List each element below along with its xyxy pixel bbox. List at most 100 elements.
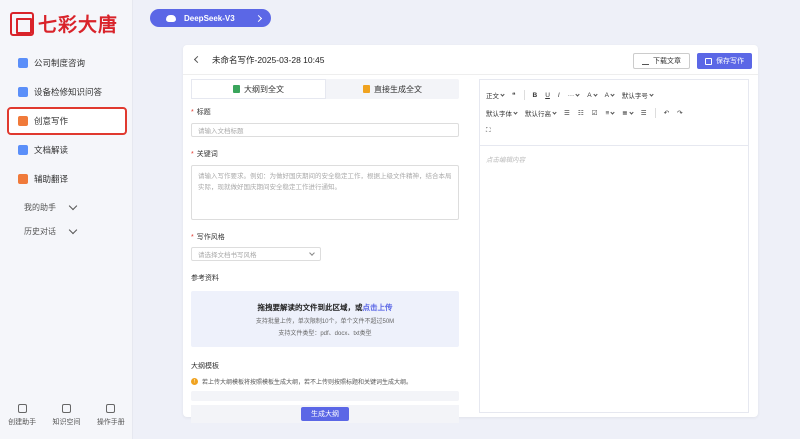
tab-label: 直接生成全文 bbox=[374, 84, 422, 94]
toolbar-divider bbox=[654, 108, 656, 118]
group-label: 我的助手 bbox=[24, 202, 56, 212]
paragraph-style-dropdown[interactable]: 正文 bbox=[486, 90, 505, 100]
align-dropdown[interactable]: ≡ bbox=[605, 110, 615, 117]
title-label: * 标题 bbox=[191, 109, 211, 116]
indent-dropdown[interactable]: ≣ bbox=[622, 109, 634, 117]
sidebar-item-translation[interactable]: 辅助翻译 bbox=[8, 166, 126, 192]
sidebar-item-label: 公司制度咨询 bbox=[34, 58, 86, 68]
font-color-dropdown[interactable]: A bbox=[587, 92, 598, 99]
line-height-dropdown[interactable]: 默认行高 bbox=[525, 108, 557, 118]
quote-button[interactable]: ❝ bbox=[512, 91, 516, 99]
chevron-down-icon bbox=[309, 250, 315, 256]
translate-icon bbox=[18, 174, 28, 184]
upload-dropzone[interactable]: 拖拽要解读的文件到此区域，或点击上传 支持批量上传，单次限制10个，单个文件不超… bbox=[191, 291, 459, 347]
save-icon bbox=[705, 57, 712, 65]
title-input[interactable]: 请输入文档标题 bbox=[191, 123, 459, 137]
sidebar-group-history[interactable]: 历史对话 bbox=[8, 219, 126, 243]
sidebar-item-label: 创意写作 bbox=[34, 116, 69, 126]
bold-button[interactable]: B bbox=[533, 92, 538, 99]
sidebar-group-my-assistants[interactable]: 我的助手 bbox=[8, 195, 126, 219]
style-label: * 写作风格 bbox=[191, 234, 225, 241]
brand-name: 七彩大唐 bbox=[38, 14, 119, 36]
brand-logo[interactable]: 七彩大唐 bbox=[10, 10, 118, 37]
download-icon bbox=[642, 58, 649, 65]
sidebar-item-label: 文档解读 bbox=[34, 145, 69, 155]
save-label: 保存写作 bbox=[716, 58, 744, 65]
create-assistant-button[interactable]: 创建助手 bbox=[8, 404, 36, 427]
toolbar-row-1: 正文 ❝ B U I ··· A A 默认字号 bbox=[486, 86, 742, 104]
model-label: DeepSeek-V3 bbox=[184, 13, 235, 23]
tab-outline-to-full[interactable]: 大纲到全文 bbox=[191, 79, 326, 99]
logo-icon bbox=[10, 11, 34, 36]
todo-icon[interactable]: ☑ bbox=[592, 109, 598, 117]
outline-label: 大纲模板 bbox=[191, 363, 219, 370]
chevron-down-icon bbox=[68, 201, 78, 210]
toolbar-row-2: 默认字体 默认行高 ☰ ☷ ☑ ≡ ≣ ☰ ↶ ↷ bbox=[486, 104, 742, 122]
sidebar-item-policy[interactable]: 公司制度咨询 bbox=[8, 50, 126, 76]
font-size-dropdown[interactable]: 默认字号 bbox=[622, 90, 654, 100]
notice-text: 若上传大纲模板将按照模板生成大纲，若不上传则按照标题和关键词生成大纲。 bbox=[202, 380, 413, 386]
warning-icon: ! bbox=[191, 378, 198, 385]
upload-link[interactable]: 点击上传 bbox=[363, 303, 393, 312]
upload-text: 拖拽要解读的文件到此区域，或点击上传 bbox=[257, 302, 393, 312]
more-dropdown[interactable]: ··· bbox=[568, 92, 580, 99]
document-icon bbox=[363, 85, 370, 93]
tool-label: 操作手册 bbox=[96, 419, 125, 426]
tool-label: 知识空间 bbox=[52, 419, 81, 426]
download-button[interactable]: 下载文章 bbox=[633, 53, 690, 69]
redo-icon[interactable]: ↷ bbox=[677, 109, 682, 117]
font-family-dropdown[interactable]: 默认字体 bbox=[486, 108, 518, 118]
save-button[interactable]: 保存写作 bbox=[697, 53, 752, 69]
wrench-icon bbox=[18, 87, 28, 97]
knowledge-space-button[interactable]: 知识空间 bbox=[52, 404, 80, 427]
back-icon[interactable] bbox=[193, 55, 202, 64]
writing-form: 大纲到全文 直接生成全文 * 标题 请输入文档标题 * 关键词 请输入写作要求。例如… bbox=[191, 79, 459, 423]
outline-icon bbox=[233, 85, 240, 93]
toolbar-divider bbox=[523, 90, 525, 100]
reference-label: 参考资料 bbox=[191, 275, 219, 282]
sidebar-item-label: 设备检修知识问答 bbox=[34, 87, 103, 97]
numbered-list-icon[interactable]: ☷ bbox=[578, 109, 584, 117]
bottom-tools: 创建助手 知识空间 操作手册 bbox=[0, 404, 133, 427]
outline-notice: ! 若上传大纲模板将按照模板生成大纲，若不上传则按照标题和关键词生成大纲。 bbox=[191, 377, 459, 386]
sidebar-item-doc-reading[interactable]: 文档解读 bbox=[8, 137, 126, 163]
generate-outline-button[interactable]: 生成大纲 bbox=[301, 407, 349, 421]
keyword-textarea[interactable]: 请输入写作要求。例如：为做好国庆期间的安全稳定工作，根据上级文件精神，结合本局实… bbox=[191, 165, 459, 220]
sidebar: 七彩大唐 公司制度咨询 设备检修知识问答 创意写作 文档解读 辅助翻译 我的助手… bbox=[0, 0, 133, 439]
bullet-list-icon[interactable]: ☰ bbox=[564, 109, 570, 117]
tab-direct-full[interactable]: 直接生成全文 bbox=[326, 79, 459, 99]
underline-button[interactable]: U bbox=[545, 92, 550, 99]
download-label: 下载文章 bbox=[653, 58, 681, 65]
sidebar-nav: 公司制度咨询 设备检修知识问答 创意写作 文档解读 辅助翻译 我的助手 历史对话 bbox=[7, 50, 127, 243]
model-selector-button[interactable]: DeepSeek-V3 bbox=[150, 9, 271, 27]
tool-label: 创建助手 bbox=[8, 419, 37, 426]
italic-button[interactable]: I bbox=[558, 92, 560, 99]
fullscreen-icon[interactable]: ⛶ bbox=[486, 127, 491, 135]
generate-bar: 生成大纲 bbox=[191, 405, 459, 423]
mode-tabs: 大纲到全文 直接生成全文 bbox=[191, 79, 459, 99]
outline-upload-area[interactable] bbox=[191, 391, 459, 401]
toolbar-row-3: ⛶ bbox=[486, 122, 742, 140]
policy-icon bbox=[18, 58, 28, 68]
style-select[interactable]: 请选择文档书写风格 bbox=[191, 247, 321, 261]
manual-button[interactable]: 操作手册 bbox=[97, 404, 125, 427]
robot-icon bbox=[17, 404, 27, 413]
book-icon bbox=[61, 404, 71, 413]
writing-card: 未命名写作-2025-03-28 10:45 下载文章 保存写作 大纲到全文 直… bbox=[183, 45, 758, 423]
chevron-down-icon bbox=[68, 225, 78, 234]
keyword-label: * 关键词 bbox=[191, 151, 218, 158]
tab-label: 大纲到全文 bbox=[244, 84, 284, 94]
upload-limit: 支持批量上传，单次限制10个，单个文件不超过50M bbox=[255, 318, 395, 325]
sidebar-item-maintenance-qa[interactable]: 设备检修知识问答 bbox=[8, 79, 126, 105]
background-color-dropdown[interactable]: A bbox=[605, 92, 615, 99]
manual-icon bbox=[106, 404, 116, 413]
chevron-right-icon bbox=[254, 14, 263, 22]
rich-text-editor: 正文 ❝ B U I ··· A A 默认字号 默认字体 默认行高 ☰ ☷ ☑ … bbox=[479, 79, 749, 413]
sidebar-item-creative-writing[interactable]: 创意写作 bbox=[7, 107, 127, 135]
doc-title: 未命名写作-2025-03-28 10:45 bbox=[212, 54, 325, 65]
sidebar-item-label: 辅助翻译 bbox=[34, 174, 69, 184]
divider-icon[interactable]: ☰ bbox=[641, 109, 647, 117]
upload-types: 支持文件类型：pdf、docx、txt类型 bbox=[278, 330, 372, 337]
editor-content[interactable]: 点击编辑内容 bbox=[480, 146, 748, 172]
undo-icon[interactable]: ↶ bbox=[664, 109, 669, 117]
